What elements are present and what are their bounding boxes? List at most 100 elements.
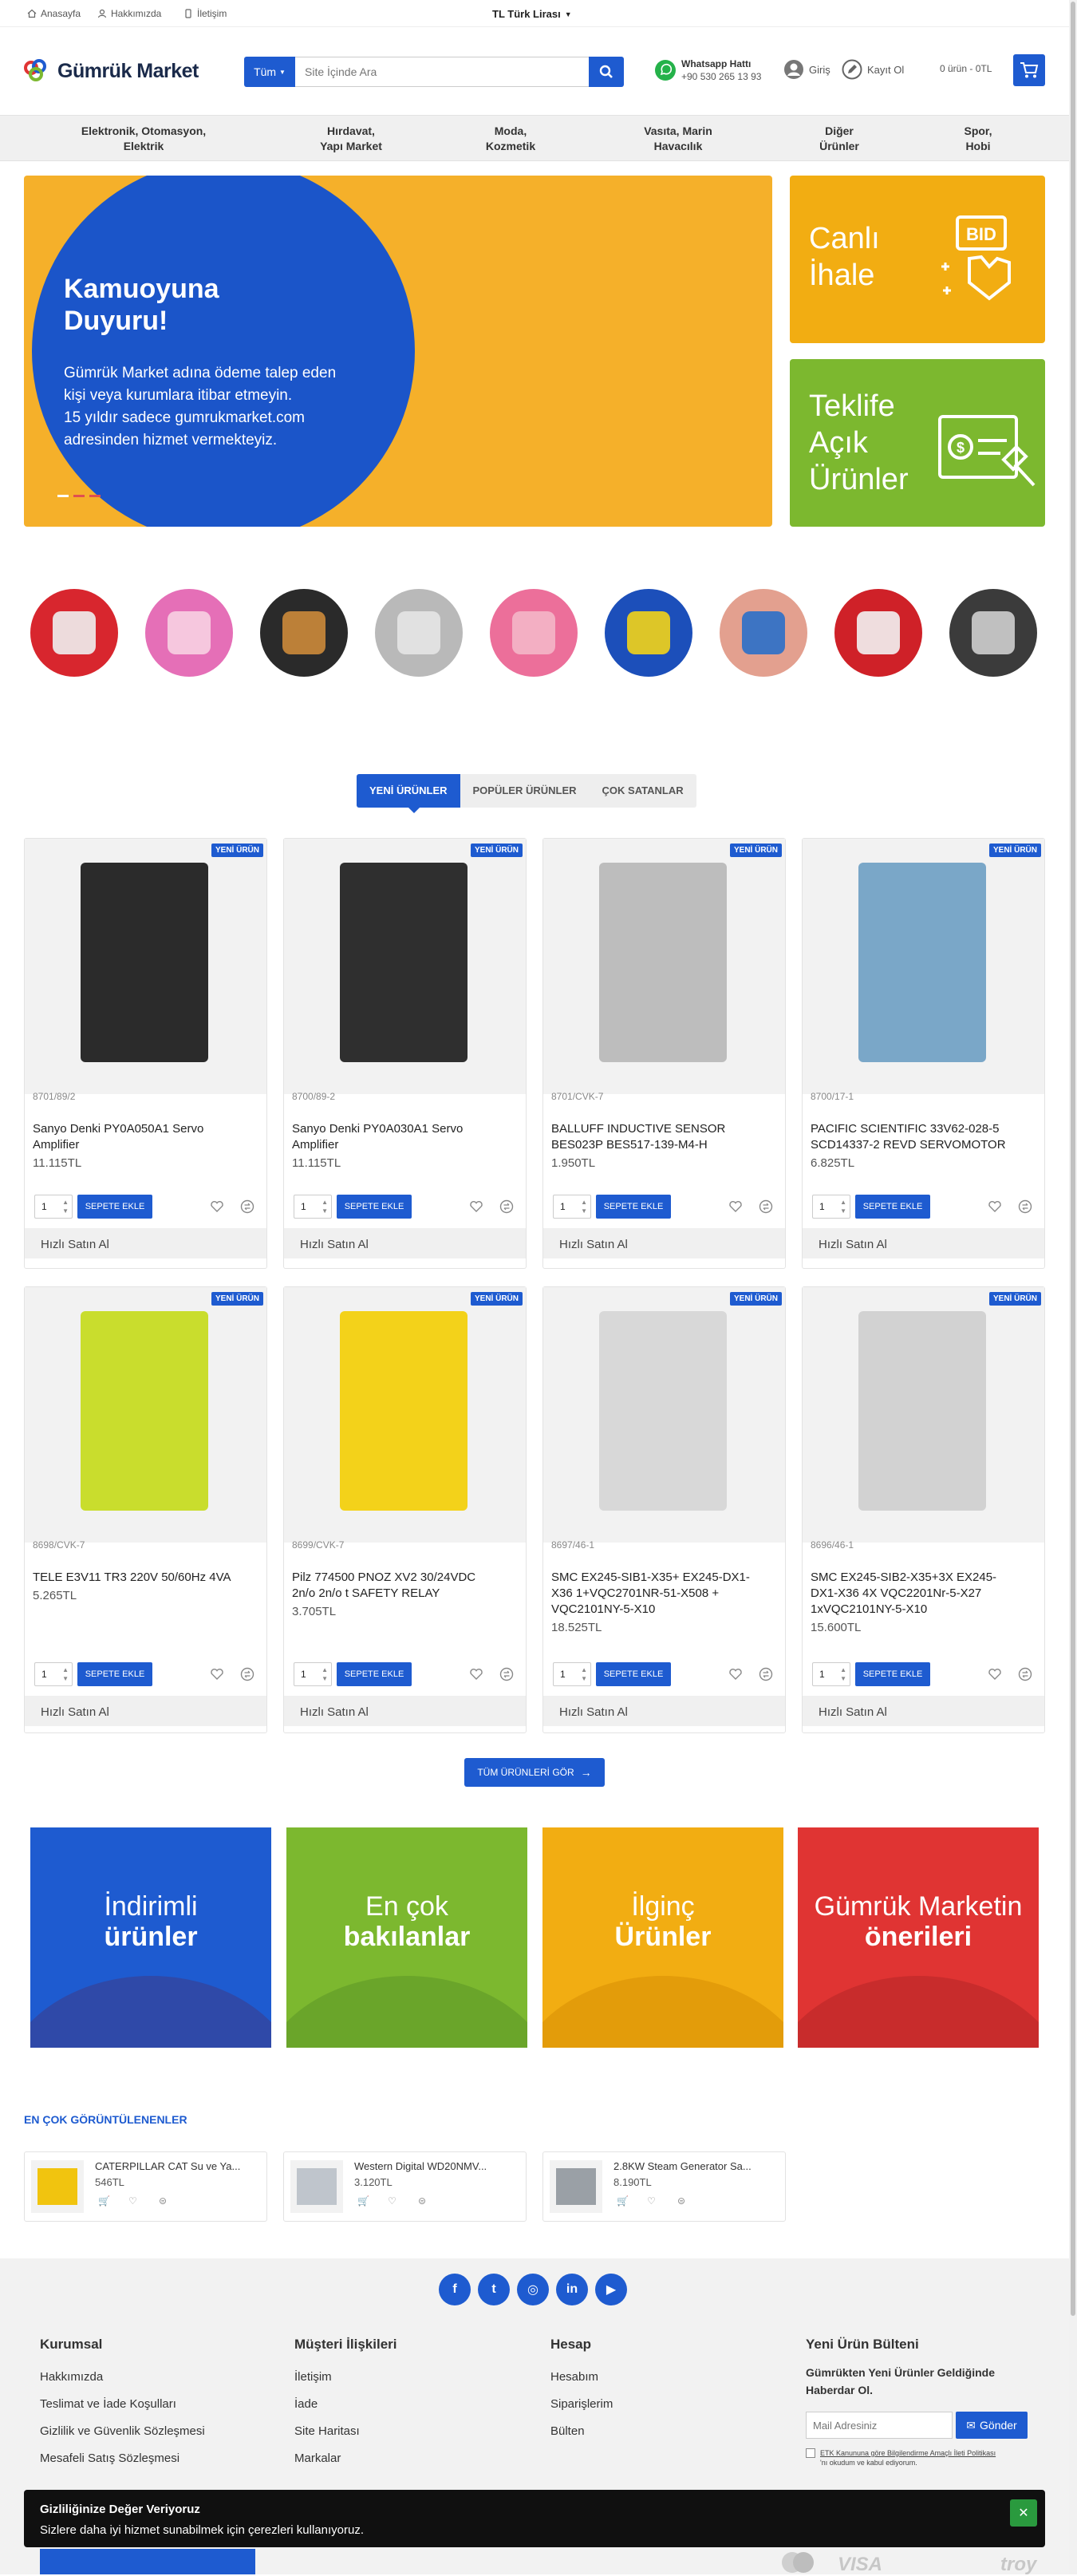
footer-link[interactable]: Siparişlerim: [550, 2397, 613, 2411]
product-image[interactable]: YENİ ÜRÜN: [543, 1287, 785, 1543]
page-scrollbar[interactable]: [1069, 0, 1077, 2574]
category-circle-watch[interactable]: [260, 589, 348, 677]
product-card[interactable]: YENİ ÜRÜN 8697/46-1 SMC EX245-SIB1-X35+ EX…: [542, 1286, 786, 1733]
most-viewed-thumb[interactable]: [290, 2160, 343, 2213]
favorite-heart-icon[interactable]: [469, 1667, 483, 1681]
product-card[interactable]: YENİ ÜRÜN 8700/89-2 Sanyo Denki PY0A030A1 …: [283, 838, 527, 1269]
contact-link[interactable]: İletişim: [183, 8, 227, 19]
feature-tile[interactable]: En çok bakılanlar: [286, 1827, 527, 2048]
open-offer-banner[interactable]: Teklife Açık Ürünler $: [790, 359, 1045, 527]
add-to-cart-button[interactable]: SEPETE EKLE: [855, 1195, 930, 1219]
quick-buy-button[interactable]: Hızlı Satın Al: [25, 1696, 266, 1726]
quantity-input[interactable]: 1 ▲ ▼: [812, 1195, 850, 1219]
product-name[interactable]: SMC EX245-SIB1-X35+ EX245-DX1- X36 1+VQC2…: [551, 1570, 779, 1618]
compare-icon[interactable]: [1018, 1667, 1032, 1681]
tab-best-sellers[interactable]: ÇOK SATANLAR: [590, 774, 696, 808]
category-circle-teddy-bear[interactable]: [490, 589, 578, 677]
footer-link[interactable]: İletişim: [294, 2370, 397, 2384]
site-logo[interactable]: Gümrük Market: [24, 59, 199, 83]
compare-icon[interactable]: [499, 1199, 514, 1214]
register-link[interactable]: Kayıt Ol: [842, 59, 904, 80]
consent-checkbox[interactable]: [806, 2448, 815, 2458]
category-circle-cable[interactable]: [720, 589, 807, 677]
search-category-select[interactable]: Tüm ▼: [244, 57, 295, 87]
consent-link[interactable]: ETK Kanununa göre Bilgilendirme Amaçlı İ…: [820, 2448, 996, 2458]
most-viewed-item[interactable]: CATERPILLAR CAT Su ve Ya... 546TL 🛒 ♡ ⊜: [24, 2151, 267, 2222]
compare-icon[interactable]: [1018, 1199, 1032, 1214]
all-products-button[interactable]: TÜM ÜRÜNLERİ GÖR →: [464, 1758, 605, 1787]
cart-icon[interactable]: 🛒: [357, 2195, 369, 2207]
quick-buy-button[interactable]: Hızlı Satın Al: [25, 1228, 266, 1258]
quantity-input[interactable]: 1 ▲ ▼: [34, 1662, 73, 1686]
quantity-stepper-icon[interactable]: ▲ ▼: [322, 1198, 328, 1215]
quantity-input[interactable]: 1 ▲ ▼: [294, 1195, 332, 1219]
home-link[interactable]: Anasayfa: [27, 8, 81, 19]
favorite-heart-icon[interactable]: [728, 1667, 743, 1681]
nav-electronics[interactable]: Elektronik, Otomasyon, Elektrik: [64, 124, 223, 154]
compare-icon[interactable]: [499, 1667, 514, 1681]
compare-icon[interactable]: ⊜: [418, 2195, 426, 2207]
footer-link[interactable]: Hesabım: [550, 2370, 613, 2384]
product-image[interactable]: YENİ ÜRÜN: [284, 839, 526, 1094]
twitter-link[interactable]: t: [478, 2274, 510, 2305]
scrollbar-thumb[interactable]: [1071, 2, 1075, 2316]
quantity-stepper-icon[interactable]: ▲ ▼: [581, 1665, 587, 1683]
slider-dot[interactable]: [73, 495, 85, 497]
product-name[interactable]: Sanyo Denki PY0A050A1 Servo Amplifier: [33, 1121, 260, 1153]
most-viewed-name[interactable]: CATERPILLAR CAT Su ve Ya...: [95, 2160, 240, 2172]
newsletter-email-input[interactable]: [806, 2412, 953, 2439]
product-image[interactable]: YENİ ÜRÜN: [25, 1287, 266, 1543]
slider-dot[interactable]: [57, 495, 69, 497]
quantity-stepper-icon[interactable]: ▲ ▼: [62, 1198, 69, 1215]
most-viewed-item[interactable]: 2.8KW Steam Generator Sa... 8.190TL 🛒 ♡ ⊜: [542, 2151, 786, 2222]
product-image[interactable]: YENİ ÜRÜN: [284, 1287, 526, 1543]
quantity-input[interactable]: 1 ▲ ▼: [34, 1195, 73, 1219]
compare-icon[interactable]: [240, 1667, 254, 1681]
add-to-cart-button[interactable]: SEPETE EKLE: [596, 1195, 671, 1219]
product-card[interactable]: YENİ ÜRÜN 8699/CVK-7 Pilz 774500 PNOZ XV2 …: [283, 1286, 527, 1733]
facebook-link[interactable]: f: [439, 2274, 471, 2305]
tab-popular-products[interactable]: POPÜLER ÜRÜNLER: [460, 774, 590, 808]
about-link[interactable]: Hakkımızda: [97, 8, 161, 19]
add-to-cart-button[interactable]: SEPETE EKLE: [77, 1195, 152, 1219]
footer-link[interactable]: Hakkımızda: [40, 2370, 205, 2384]
nav-hardware[interactable]: Hırdavat, Yapı Market: [271, 124, 431, 154]
product-name[interactable]: TELE E3V11 TR3 220V 50/60Hz 4VA: [33, 1570, 260, 1586]
product-name[interactable]: Sanyo Denki PY0A030A1 Servo Amplifier: [292, 1121, 519, 1153]
category-circle-electronics[interactable]: [30, 589, 118, 677]
most-viewed-name[interactable]: Western Digital WD20NMV...: [354, 2160, 487, 2172]
nav-vehicle[interactable]: Vasıta, Marin Havacılık: [598, 124, 758, 154]
category-circle-polo-shirt[interactable]: [605, 589, 692, 677]
product-image[interactable]: YENİ ÜRÜN: [803, 1287, 1044, 1543]
instagram-link[interactable]: ◎: [517, 2274, 549, 2305]
add-to-cart-button[interactable]: SEPETE EKLE: [596, 1662, 671, 1686]
product-card[interactable]: YENİ ÜRÜN 8701/89/2 Sanyo Denki PY0A050A1 …: [24, 838, 267, 1269]
add-to-cart-button[interactable]: SEPETE EKLE: [77, 1662, 152, 1686]
currency-selector[interactable]: TL Türk Lirası ▼: [492, 8, 572, 20]
favorite-heart-icon[interactable]: ♡: [647, 2195, 656, 2207]
quantity-stepper-icon[interactable]: ▲ ▼: [62, 1665, 69, 1683]
search-button[interactable]: [589, 57, 624, 87]
product-name[interactable]: BALLUFF INDUCTIVE SENSOR BES023P BES517-1…: [551, 1121, 779, 1153]
quick-buy-button[interactable]: Hızlı Satın Al: [284, 1696, 526, 1726]
favorite-heart-icon[interactable]: [988, 1667, 1002, 1681]
product-name[interactable]: SMC EX245-SIB2-X35+3X EX245- DX1-X36 4X V…: [811, 1570, 1038, 1618]
most-viewed-item[interactable]: Western Digital WD20NMV... 3.120TL 🛒 ♡ ⊜: [283, 2151, 527, 2222]
whatsapp-line[interactable]: Whatsapp Hattı +90 530 265 13 93: [654, 57, 761, 83]
product-image[interactable]: YENİ ÜRÜN: [803, 839, 1044, 1094]
nav-fashion[interactable]: Moda, Kozmetik: [431, 124, 590, 154]
quick-buy-button[interactable]: Hızlı Satın Al: [803, 1228, 1044, 1258]
favorite-heart-icon[interactable]: [210, 1199, 224, 1214]
live-auction-banner[interactable]: Canlı İhale BID: [790, 176, 1045, 343]
cart-summary[interactable]: 0 ürün - 0TL: [940, 63, 992, 74]
hero-banner[interactable]: Kamuoyuna Duyuru! Gümrük Market adına öd…: [24, 176, 772, 527]
category-circle-classic-car[interactable]: [375, 589, 463, 677]
search-input[interactable]: [295, 57, 589, 87]
quick-buy-button[interactable]: Hızlı Satın Al: [543, 1228, 785, 1258]
feature-tile[interactable]: İndirimli ürünler: [30, 1827, 271, 2048]
quantity-input[interactable]: 1 ▲ ▼: [553, 1195, 591, 1219]
add-to-cart-button[interactable]: SEPETE EKLE: [337, 1662, 412, 1686]
add-to-cart-button[interactable]: SEPETE EKLE: [855, 1662, 930, 1686]
cart-icon[interactable]: 🛒: [617, 2195, 629, 2207]
most-viewed-name[interactable]: 2.8KW Steam Generator Sa...: [613, 2160, 752, 2172]
